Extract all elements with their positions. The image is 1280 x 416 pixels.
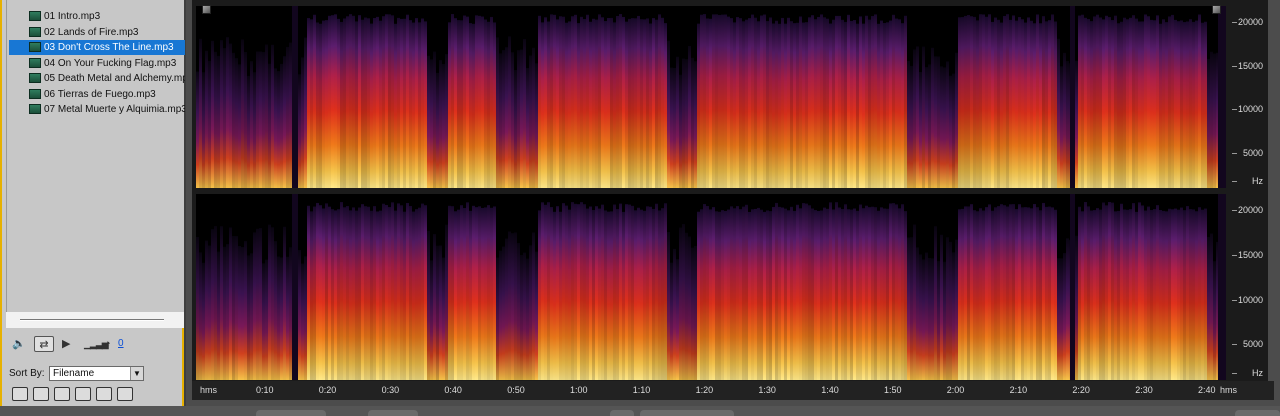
time-ruler[interactable]: hms hms 0:10 0:20 0:30 0:40 0:50 1:00 1:10 1:20…: [192, 381, 1274, 400]
panel-tab[interactable]: [368, 410, 418, 416]
file-name: 02 Lands of Fire.mp3: [44, 26, 139, 38]
frequency-tick-label: 5000: [1232, 148, 1266, 158]
panel-resize-divider[interactable]: [6, 312, 184, 328]
channel-right-spectrogram[interactable]: [196, 194, 1226, 380]
zoom-handle-right-icon[interactable]: [1212, 5, 1221, 14]
sort-by-value: Filename: [53, 368, 95, 379]
file-list-item[interactable]: 02 Lands of Fire.mp3: [9, 25, 185, 40]
close-file-icon[interactable]: [33, 387, 49, 401]
time-tick-label: 2:00: [946, 385, 965, 395]
audio-file-icon: [29, 73, 41, 83]
panel-tab[interactable]: [1235, 410, 1280, 416]
open-file-icon[interactable]: [12, 387, 28, 401]
sort-row: Sort By: Filename ▼: [6, 364, 184, 384]
bottom-panel-tabs: [0, 406, 1280, 416]
insert-icon[interactable]: [54, 387, 70, 401]
audio-file-icon: [29, 26, 41, 37]
volume-value[interactable]: 0: [118, 336, 124, 352]
frequency-tick-label: 20000: [1232, 205, 1266, 215]
time-tick-label: 1:30: [758, 385, 776, 395]
time-tick-label: 0:20: [318, 385, 337, 395]
audio-file-icon: [29, 104, 41, 114]
file-name: 05 Death Metal and Alchemy.mp3: [44, 73, 185, 84]
time-tick-label: 2:20: [1072, 385, 1090, 395]
frequency-tick-label: 15000: [1232, 61, 1266, 71]
time-tick-label: 2:30: [1135, 385, 1153, 395]
loop-toggle-button[interactable]: ⇄: [34, 336, 54, 352]
file-list-item[interactable]: 04 On Your Fucking Flag.mp3: [9, 56, 185, 71]
sort-by-label: Sort By:: [9, 368, 45, 379]
file-list-item[interactable]: 01 Intro.mp3: [9, 9, 185, 24]
zoom-handle-left-icon[interactable]: [202, 5, 211, 14]
panel-tab[interactable]: [256, 410, 326, 416]
divider-line: [20, 319, 164, 321]
time-tick-label: 1:00: [570, 385, 588, 395]
frequency-tick-label: 20000: [1232, 17, 1266, 27]
file-name: 06 Tierras de Fuego.mp3: [44, 88, 156, 100]
file-list-item[interactable]: 03 Don't Cross The Line.mp3: [9, 40, 185, 55]
channel-left-spectrogram[interactable]: [196, 6, 1226, 188]
frequency-tick-label: 15000: [1232, 250, 1266, 260]
files-panel: 01 Intro.mp3 02 Lands of Fire.mp3 03 Don't…: [0, 0, 185, 410]
time-tick-label: 0:30: [381, 385, 400, 395]
frequency-ruler-top: Hz 20000 15000 10000 5000: [1232, 6, 1266, 188]
frequency-ruler-bottom: Hz 20000 15000 10000 5000: [1232, 194, 1266, 380]
time-tick-label: 1:20: [695, 385, 714, 395]
file-list[interactable]: 01 Intro.mp3 02 Lands of Fire.mp3 03 Don't…: [6, 0, 185, 312]
spectrogram-image: [196, 194, 1226, 380]
file-list-item[interactable]: 06 Tierras de Fuego.mp3: [9, 87, 185, 102]
panel-tab[interactable]: [610, 410, 634, 416]
time-tick-label: 1:40: [821, 385, 839, 395]
time-unit-right: hms: [1220, 385, 1238, 395]
time-tick-label: 2:40: [1198, 385, 1216, 395]
cd-icon[interactable]: [117, 387, 133, 401]
speaker-icon[interactable]: 🔈: [12, 336, 26, 352]
time-tick-label: 0:40: [444, 385, 462, 395]
audio-file-icon: [29, 88, 41, 99]
play-icon[interactable]: ▶: [62, 336, 70, 352]
spectrogram-frame: Hz 20000 15000 10000 5000 Hz 20000 15000 10000 5…: [192, 0, 1274, 400]
file-name: 03 Don't Cross The Line.mp3: [44, 42, 174, 53]
time-tick-label: 1:50: [884, 385, 902, 395]
time-tick-label: 1:10: [632, 385, 651, 395]
time-tick-label: 2:10: [1009, 385, 1028, 395]
audio-file-icon: [29, 11, 41, 21]
frequency-tick-label: 10000: [1232, 295, 1266, 305]
spectrogram-image: [196, 6, 1226, 188]
time-tick-label: 0:10: [256, 385, 274, 395]
file-name: 04 On Your Fucking Flag.mp3: [44, 57, 177, 69]
preview-transport: 🔈 ⇄ ▶ ▁▂▃▅ ◔ 0: [6, 330, 184, 360]
file-list-item[interactable]: 07 Metal Muerte y Alquimia.mp3: [9, 102, 185, 117]
frequency-unit-label: Hz: [1232, 368, 1266, 378]
audio-file-icon: [29, 57, 41, 68]
audio-editor-window: 01 Intro.mp3 02 Lands of Fire.mp3 03 Don't…: [0, 0, 1280, 416]
file-panel-toolbar: [6, 386, 184, 404]
file-name: 07 Metal Muerte y Alquimia.mp3: [44, 104, 185, 115]
panel-tab[interactable]: [640, 410, 734, 416]
volume-knob-icon[interactable]: ◔: [104, 336, 111, 352]
time-unit-left: hms: [200, 385, 218, 395]
edit-file-icon[interactable]: [75, 387, 91, 401]
view-icon[interactable]: [96, 387, 112, 401]
sort-by-select[interactable]: Filename ▼: [49, 366, 144, 381]
frequency-tick-label: 10000: [1232, 104, 1266, 114]
frequency-tick-label: 5000: [1232, 339, 1266, 349]
chevron-down-icon[interactable]: ▼: [130, 367, 143, 380]
time-tick-label: 0:50: [507, 385, 525, 395]
file-list-item[interactable]: 05 Death Metal and Alchemy.mp3: [9, 71, 185, 86]
file-name: 01 Intro.mp3: [44, 11, 101, 22]
frequency-unit-label: Hz: [1232, 176, 1266, 186]
spectral-frequency-display[interactable]: Hz 20000 15000 10000 5000 Hz 20000 15000 10000 5…: [186, 0, 1280, 410]
audio-file-icon: [29, 42, 41, 52]
